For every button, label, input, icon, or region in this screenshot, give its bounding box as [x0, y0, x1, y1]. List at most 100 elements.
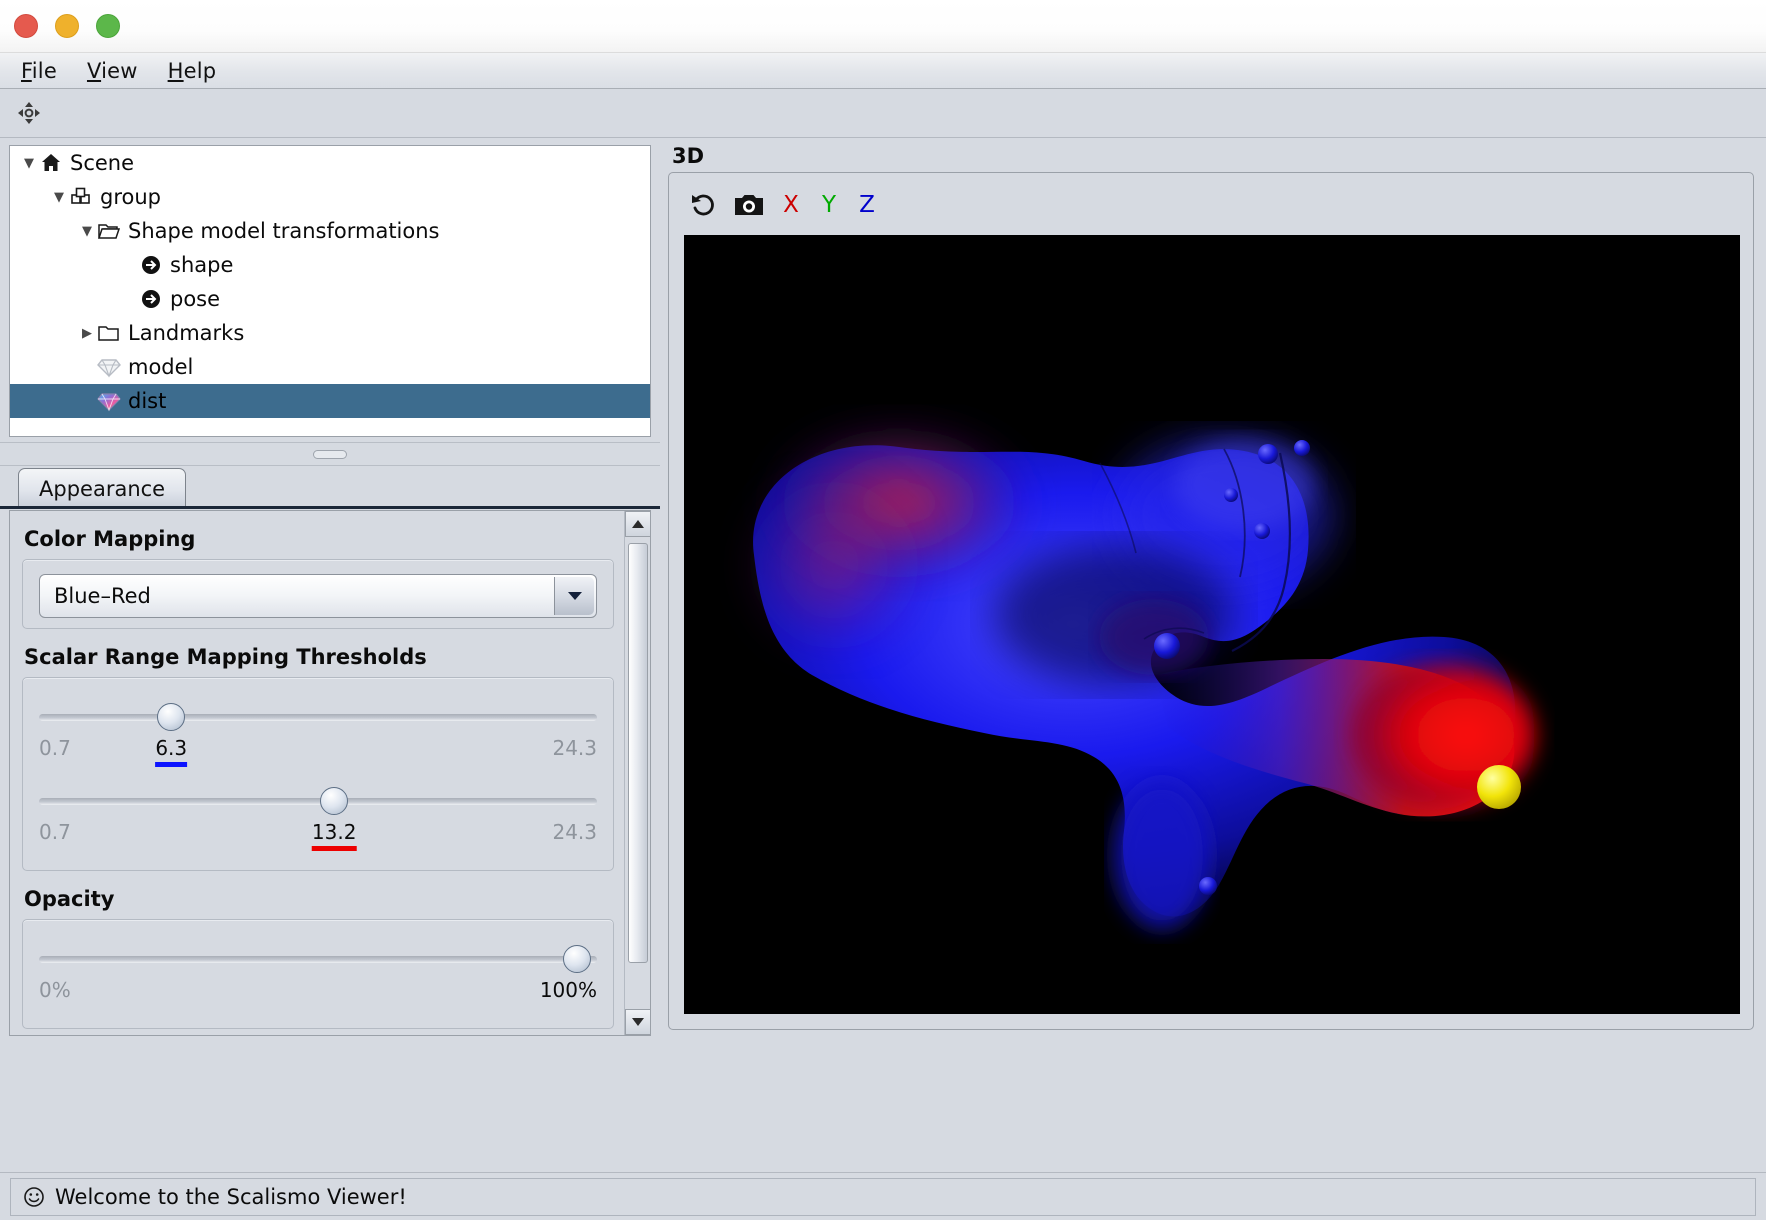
group-cubes-icon: [68, 186, 94, 208]
zoom-button[interactable]: [96, 14, 120, 38]
tree-label: Landmarks: [128, 321, 245, 345]
appearance-content: Color Mapping Blue–Red Scalar Range Mapp…: [10, 511, 626, 1035]
opacity-min: 0%: [39, 978, 71, 1002]
move-tool-button[interactable]: [14, 98, 44, 128]
lower-threshold-slider[interactable]: [39, 700, 597, 734]
slider-thumb[interactable]: [157, 703, 186, 731]
tab-underline: [0, 506, 660, 509]
upper-threshold-value-text: 13.2: [311, 820, 357, 844]
rendered-mesh: [684, 235, 1740, 1014]
diamond-gray-icon: [96, 356, 122, 378]
tree-label: dist: [128, 389, 167, 413]
reset-view-button[interactable]: [687, 189, 719, 221]
minimize-button[interactable]: [55, 14, 79, 38]
viewport-title: 3D: [672, 144, 705, 168]
opacity-max: 100%: [539, 978, 597, 1002]
tree-row-landmarks[interactable]: ▶ Landmarks: [10, 316, 650, 350]
upper-threshold-underline: [311, 846, 357, 851]
opacity-slider[interactable]: [39, 942, 597, 976]
menu-view[interactable]: View: [82, 57, 143, 85]
viewport-toolbar: X Y Z: [687, 183, 879, 227]
scroll-down-button[interactable]: [625, 1009, 650, 1035]
slider-thumb[interactable]: [320, 787, 349, 815]
tree-row-shape[interactable]: ▼ shape: [10, 248, 650, 282]
tree-row-shape-model-transformations[interactable]: ▼ Shape model transformations: [10, 214, 650, 248]
tree-label: Shape model transformations: [128, 219, 440, 243]
splitter-grip-icon[interactable]: [313, 449, 347, 459]
menu-view-rest: iew: [101, 58, 138, 83]
lower-threshold-value-text: 6.3: [155, 736, 188, 760]
undo-arrow-icon: [692, 194, 714, 216]
tree-label: model: [128, 355, 194, 379]
smiley-icon: [24, 1186, 44, 1207]
upper-threshold-min: 0.7: [39, 820, 71, 844]
axis-x-button[interactable]: X: [779, 192, 803, 218]
menu-file-rest: ile: [31, 58, 57, 83]
tree-label: pose: [170, 287, 221, 311]
color-mapping-select[interactable]: Blue–Red: [39, 574, 597, 618]
folder-open-icon: [96, 221, 122, 241]
tree-row-scene[interactable]: ▼ Scene: [10, 146, 650, 180]
color-mapping-group: Blue–Red: [22, 559, 614, 629]
screenshot-button[interactable]: [733, 189, 765, 221]
tree-label: shape: [170, 253, 234, 277]
upper-threshold-labels: 0.7 13.2 24.3: [39, 820, 597, 860]
menu-help[interactable]: Help: [163, 57, 222, 85]
opacity-labels: 0% 100%: [39, 978, 597, 1018]
scalar-thresholds-title: Scalar Range Mapping Thresholds: [24, 645, 427, 669]
color-mapping-title: Color Mapping: [24, 527, 196, 551]
twisty-down-icon[interactable]: ▼: [50, 190, 68, 205]
lower-threshold-underline: [155, 762, 188, 767]
status-message-area: Welcome to the Scalismo Viewer!: [10, 1177, 1756, 1216]
twisty-down-icon[interactable]: ▼: [20, 156, 38, 171]
appearance-scrollbar[interactable]: [624, 511, 650, 1035]
upper-threshold-max: 24.3: [552, 820, 597, 844]
folder-closed-icon: [96, 323, 122, 343]
menu-help-rest: elp: [183, 58, 217, 83]
tab-appearance[interactable]: Appearance: [18, 468, 187, 508]
twisty-down-icon[interactable]: ▼: [78, 224, 96, 239]
tree-row-pose[interactable]: ▼ pose: [10, 282, 650, 316]
tree-row-model[interactable]: ▼ model: [10, 350, 650, 384]
tree-row-dist[interactable]: ▼ dist: [10, 384, 650, 418]
tree-row-group[interactable]: ▼ group: [10, 180, 650, 214]
lower-threshold-max: 24.3: [552, 736, 597, 760]
traffic-light-buttons: [14, 14, 120, 38]
lower-threshold-value: 6.3: [155, 736, 188, 767]
slider-thumb[interactable]: [563, 945, 592, 973]
tree-label: group: [100, 185, 161, 209]
color-mapping-value: Blue–Red: [54, 584, 151, 608]
axis-z-button[interactable]: Z: [855, 192, 879, 218]
transform-arrow-icon: [138, 254, 164, 276]
scrollbar-thumb[interactable]: [628, 543, 648, 963]
scene-tree[interactable]: ▼ Scene ▼ group ▼ Shape model transforma…: [9, 145, 651, 437]
scroll-up-button[interactable]: [625, 511, 650, 537]
3d-render-canvas[interactable]: [684, 235, 1740, 1014]
slider-track[interactable]: [39, 798, 597, 805]
slider-track[interactable]: [39, 714, 597, 721]
move-crosshair-icon: [18, 102, 40, 124]
appearance-panel: Color Mapping Blue–Red Scalar Range Mapp…: [9, 510, 651, 1036]
tab-label: Appearance: [39, 476, 166, 501]
main-toolbar: [0, 89, 1766, 138]
slider-track[interactable]: [39, 956, 597, 963]
panel-splitter[interactable]: [0, 442, 660, 466]
viewport-frame: X Y Z: [668, 172, 1754, 1030]
chevron-down-icon[interactable]: [554, 577, 594, 615]
upper-threshold-value: 13.2: [311, 820, 357, 851]
lower-threshold-min: 0.7: [39, 736, 71, 760]
close-button[interactable]: [14, 14, 38, 38]
lower-threshold-labels: 0.7 6.3 24.3: [39, 736, 597, 776]
axis-y-button[interactable]: Y: [817, 192, 841, 218]
scalar-thresholds-group: 0.7 6.3 24.3 0.7 13.2 24.3: [22, 677, 614, 871]
upper-threshold-slider[interactable]: [39, 784, 597, 818]
tree-label: Scene: [70, 151, 135, 175]
menubar: File View Help: [0, 53, 1766, 89]
transform-arrow-icon: [138, 288, 164, 310]
menu-file[interactable]: File: [16, 57, 62, 85]
tabstrip: Appearance: [0, 466, 660, 508]
status-message: Welcome to the Scalismo Viewer!: [55, 1184, 407, 1209]
twisty-right-icon[interactable]: ▶: [78, 326, 96, 341]
camera-icon: [735, 195, 763, 215]
statusbar: Welcome to the Scalismo Viewer!: [0, 1172, 1766, 1220]
